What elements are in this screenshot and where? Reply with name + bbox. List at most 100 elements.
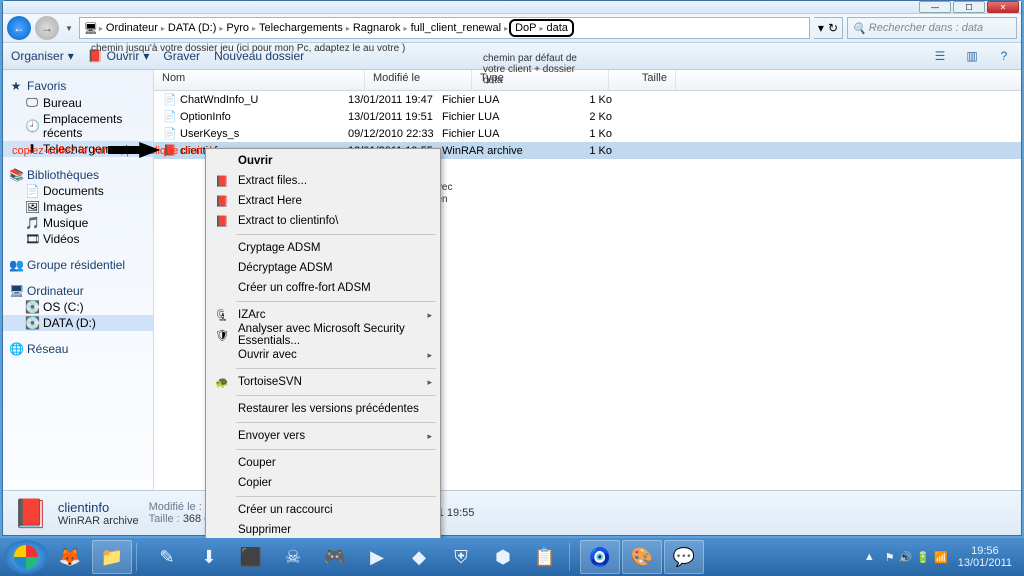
taskbar-app-8-icon[interactable]: ⛨: [441, 540, 481, 574]
taskbar-app-5-icon[interactable]: 🎮: [315, 540, 355, 574]
breadcrumb-segment[interactable]: DATA (D:): [166, 22, 218, 34]
taskbar-app-10-icon[interactable]: 📋: [525, 540, 565, 574]
taskbar-app-6-icon[interactable]: ▶: [357, 540, 397, 574]
tray-icon[interactable]: 📶: [934, 552, 948, 564]
system-tray: ▲ ⚑ 🔊🔋 📶 19:56 13/01/2011: [856, 545, 1020, 569]
taskbar-firefox-icon[interactable]: 🦊: [50, 540, 90, 574]
sidebar-group-header[interactable]: ★Favoris: [3, 78, 153, 94]
sidebar-item[interactable]: 📄Documents: [3, 183, 153, 199]
details-pane: 📕 clientinfo WinRAR archive Modifié le :…: [3, 490, 1021, 535]
taskbar-app-1-icon[interactable]: ✎: [147, 540, 187, 574]
context-menu-item[interactable]: Cryptage ADSM: [208, 238, 438, 258]
minimize-button[interactable]: —: [919, 1, 951, 13]
context-menu-item[interactable]: Envoyer vers▸: [208, 426, 438, 446]
sidebar-group-header[interactable]: 🌐Réseau: [3, 341, 153, 357]
col-size[interactable]: Taille: [609, 70, 676, 90]
tray-icon[interactable]: ⚑: [885, 552, 895, 564]
context-menu-item[interactable]: 📕Extract to clientinfo\: [208, 211, 438, 231]
sidebar-item-icon: 🕘: [25, 119, 39, 133]
taskbar-app-9-icon[interactable]: ⬢: [483, 540, 523, 574]
context-menu-item[interactable]: Couper: [208, 453, 438, 473]
forward-button[interactable]: →: [35, 16, 59, 40]
context-menu-item[interactable]: 🐢TortoiseSVN▸: [208, 372, 438, 392]
taskbar-explorer-icon[interactable]: 📁: [92, 540, 132, 574]
breadcrumb-segment[interactable]: Telechargements: [257, 22, 345, 34]
organize-button[interactable]: Organiser ▾: [11, 49, 74, 63]
file-icon: 📄: [154, 110, 180, 123]
details-mod-label: Modifié le :: [149, 501, 202, 513]
taskbar-running-3-icon[interactable]: 💬: [664, 540, 704, 574]
group-icon: 🌐: [9, 342, 23, 356]
context-menu-item[interactable]: Ouvrir: [208, 151, 438, 171]
tray-show-hidden-icon[interactable]: ▲: [864, 551, 875, 563]
address-tools: ▾ ↻: [814, 17, 843, 39]
sidebar: ★Favoris🖵Bureau🕘Emplacements récents⬇Tel…: [3, 70, 154, 490]
tray-icon[interactable]: 🔋: [916, 552, 930, 564]
layout-icon[interactable]: ▥: [963, 48, 981, 64]
taskbar-app-3-icon[interactable]: ⬛: [231, 540, 271, 574]
tray-date: 13/01/2011: [958, 557, 1012, 569]
context-menu-item[interactable]: Restaurer les versions précédentes: [208, 399, 438, 419]
sidebar-group-header[interactable]: 🖥Ordinateur: [3, 283, 153, 299]
ctx-item-icon: 📕: [214, 195, 230, 208]
tray-icon[interactable]: 🔊: [899, 552, 913, 564]
sidebar-item[interactable]: 🖵Bureau: [3, 94, 153, 111]
context-menu-item[interactable]: Décryptage ADSM: [208, 258, 438, 278]
address-bar[interactable]: 🖥▸Ordinateur▸DATA (D:)▸Pyro▸Telechargeme…: [79, 17, 810, 39]
sidebar-item[interactable]: 🎵Musique: [3, 215, 153, 231]
context-menu-item[interactable]: 📕Extract files...: [208, 171, 438, 191]
close-button[interactable]: ✕: [987, 1, 1019, 13]
taskbar-app-2-icon[interactable]: ⬇: [189, 540, 229, 574]
sidebar-item[interactable]: 💽DATA (D:): [3, 315, 153, 331]
context-menu-item[interactable]: 📕Extract Here: [208, 191, 438, 211]
annotation-default-path: chemin par défaut de votre client + doss…: [483, 53, 593, 86]
address-dropdown-icon[interactable]: ▾: [818, 21, 824, 35]
col-name[interactable]: Nom: [154, 70, 365, 90]
details-size-label: Taille :: [149, 513, 180, 525]
breadcrumb-segment[interactable]: data: [545, 22, 570, 34]
titlebar: — ☐ ✕: [3, 1, 1021, 14]
start-button[interactable]: [4, 540, 48, 574]
sidebar-group-header[interactable]: 👥Groupe résidentiel: [3, 257, 153, 273]
file-icon: 📄: [154, 93, 180, 106]
context-menu-item[interactable]: 🗜IZArc▸: [208, 305, 438, 325]
breadcrumb-segment[interactable]: DoP: [513, 22, 538, 34]
nav-history-dropdown[interactable]: ▼: [63, 24, 75, 33]
col-date[interactable]: Modifié le: [365, 70, 472, 90]
help-icon[interactable]: ?: [995, 48, 1013, 64]
taskbar-running-2-icon[interactable]: 🎨: [622, 540, 662, 574]
sidebar-item[interactable]: 💽OS (C:): [3, 299, 153, 315]
sidebar-item[interactable]: 🕘Emplacements récents: [3, 111, 153, 141]
refresh-icon[interactable]: ↻: [828, 21, 838, 35]
sidebar-item[interactable]: 🎞Vidéos: [3, 231, 153, 247]
maximize-button[interactable]: ☐: [953, 1, 985, 13]
taskbar-app-4-icon[interactable]: ☠: [273, 540, 313, 574]
details-file-icon: 📕: [13, 497, 48, 530]
context-menu-item[interactable]: 🛡Analyser avec Microsoft Security Essent…: [208, 325, 438, 345]
context-menu-item[interactable]: Créer un coffre-fort ADSM: [208, 278, 438, 298]
file-row[interactable]: 📄OptionInfo13/01/2011 19:51Fichier LUA2 …: [154, 108, 1021, 125]
sidebar-item-icon: 💽: [25, 300, 39, 314]
breadcrumb-segment[interactable]: Pyro: [224, 22, 251, 34]
context-menu-item[interactable]: Supprimer: [208, 520, 438, 540]
taskbar-running-1-icon[interactable]: 🧿: [580, 540, 620, 574]
context-menu-item[interactable]: Ouvrir avec▸: [208, 345, 438, 365]
ctx-item-icon: 📕: [214, 175, 230, 188]
search-input[interactable]: 🔍 Rechercher dans : data: [847, 17, 1017, 39]
taskbar: 🦊 📁 ✎ ⬇ ⬛ ☠ 🎮 ▶ ◆ ⛨ ⬢ 📋 🧿 🎨 💬 ▲ ⚑ 🔊🔋 📶 19:…: [0, 538, 1024, 576]
file-row[interactable]: 📄UserKeys_s09/12/2010 22:33Fichier LUA1 …: [154, 125, 1021, 142]
sidebar-group-header[interactable]: 📚Bibliothèques: [3, 167, 153, 183]
ctx-item-icon: 📕: [214, 215, 230, 228]
breadcrumb-segment[interactable]: full_client_renewal: [409, 22, 504, 34]
taskbar-app-7-icon[interactable]: ◆: [399, 540, 439, 574]
sidebar-item[interactable]: 🖼Images: [3, 199, 153, 215]
file-row[interactable]: 📄ChatWndInfo_U13/01/2011 19:47Fichier LU…: [154, 91, 1021, 108]
view-icon[interactable]: ☰: [931, 48, 949, 64]
breadcrumb-segment[interactable]: Ordinateur: [104, 22, 160, 34]
submenu-arrow-icon: ▸: [427, 350, 432, 361]
tray-clock[interactable]: 19:56 13/01/2011: [958, 545, 1012, 569]
context-menu-item[interactable]: Copier: [208, 473, 438, 493]
breadcrumb-segment[interactable]: Ragnarok: [351, 22, 403, 34]
context-menu-item[interactable]: Créer un raccourci: [208, 500, 438, 520]
back-button[interactable]: ←: [7, 16, 31, 40]
